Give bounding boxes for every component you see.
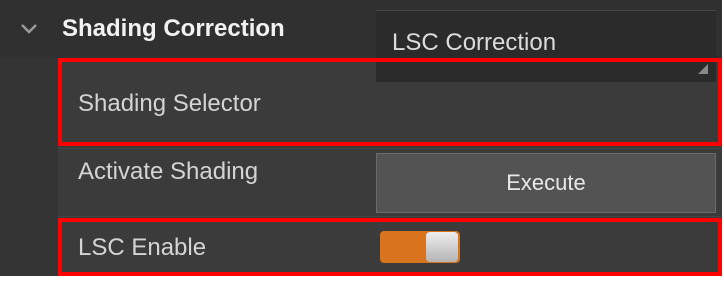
highlight-box-shading-selector <box>58 58 722 146</box>
execute-button[interactable]: Execute <box>376 153 716 213</box>
chevron-down-icon[interactable] <box>20 23 38 35</box>
section-title: Shading Correction <box>62 15 285 42</box>
properties-panel: Shading Correction Shading Selector LSC … <box>0 0 722 276</box>
property-label: Activate Shading <box>78 158 259 185</box>
indent-gutter <box>0 58 58 276</box>
highlight-box-lsc-enable <box>58 218 722 276</box>
select-value: LSC Correction <box>392 29 557 56</box>
